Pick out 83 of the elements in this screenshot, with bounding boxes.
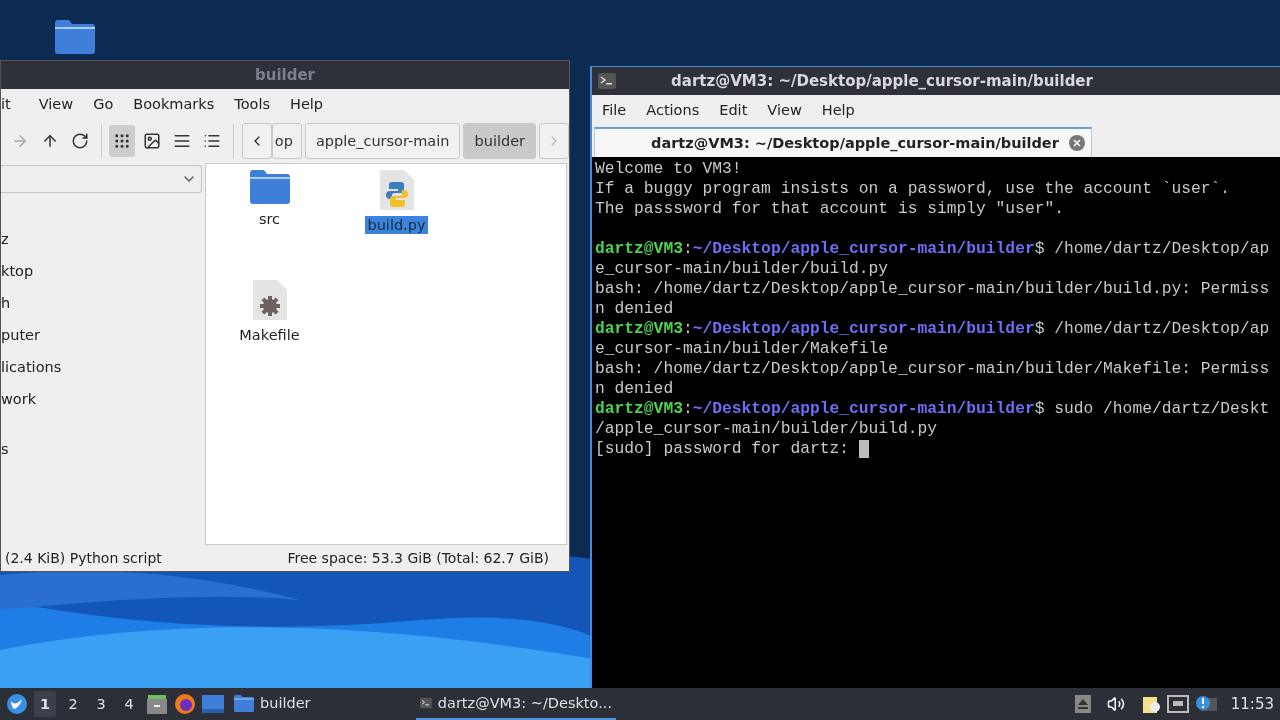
- command-text: $ /home/dartz/Desktop/ap: [1034, 239, 1270, 259]
- browser-icon[interactable]: [174, 693, 196, 715]
- menu-item[interactable]: Bookmarks: [123, 96, 225, 112]
- list-icon: [173, 132, 192, 150]
- terminal-line: [sudo] password for dartz:: [595, 439, 851, 459]
- prompt-user: dartz@VM3: [595, 399, 683, 419]
- taskbar-task[interactable]: builder: [230, 688, 410, 720]
- terminal-tab[interactable]: dartz@VM3: ~/Desktop/apple_cursor-main/builder: [594, 127, 1092, 157]
- clipboard-icon[interactable]: [1140, 694, 1161, 714]
- terminal-line: Welcome to VM3!: [595, 159, 742, 179]
- file-name[interactable]: build.py: [365, 216, 428, 234]
- eject-icon[interactable]: [1074, 695, 1091, 713]
- command-text: $ sudo /home/dartz/Deskt: [1034, 399, 1270, 419]
- reload-icon: [70, 132, 89, 150]
- folder-icon: [249, 170, 290, 204]
- close-tab-button[interactable]: [1069, 135, 1085, 151]
- gear-file-icon: [252, 280, 287, 320]
- prompt-path: ~/Desktop/apple_cursor-main/builder: [692, 239, 1035, 259]
- file-name[interactable]: src: [256, 210, 283, 228]
- terminal-line: n denied: [595, 379, 674, 399]
- menu-item[interactable]: Go: [83, 96, 124, 112]
- terminal-line: The passsword for that account is simply "user".: [595, 199, 1064, 219]
- close-icon: [1073, 139, 1081, 147]
- prompt-path: ~/Desktop/apple_cursor-main/builder: [692, 319, 1035, 339]
- menu-item[interactable]: Help: [811, 102, 865, 118]
- file-name[interactable]: Makefile: [237, 326, 302, 344]
- prompt-separator: :: [682, 239, 693, 259]
- icon-view-icon: [113, 132, 132, 150]
- status-text: (2.4 KiB) Python script: [5, 550, 162, 566]
- prompt-user: dartz@VM3: [595, 239, 683, 259]
- path-button[interactable]: apple_cursor-main: [304, 123, 461, 159]
- command-text: $ /home/dartz/Desktop/ap: [1034, 319, 1270, 339]
- prompt-separator: :: [682, 319, 693, 339]
- menu-item[interactable]: View: [757, 102, 812, 118]
- sidebar-item[interactable]: s: [1, 433, 205, 465]
- terminal-line: /apple_cursor-main/builder/build.py: [595, 419, 937, 439]
- sidebar-item[interactable]: h: [1, 287, 205, 319]
- terminal-line: n denied: [595, 299, 674, 319]
- sidebar-item[interactable]: puter: [1, 319, 205, 351]
- menu-item[interactable]: it: [1, 96, 29, 112]
- terminal-line: bash: /home/dartz/Desktop/apple_cursor-main/builder/build.py: Permiss: [595, 279, 1270, 299]
- menu-item[interactable]: Tools: [224, 96, 280, 112]
- sidebar-item[interactable]: lications: [1, 351, 205, 383]
- prompt-path: ~/Desktop/apple_cursor-main/builder: [692, 399, 1035, 419]
- workspace-button[interactable]: 3: [90, 691, 112, 717]
- clock: 11:53: [1230, 695, 1274, 713]
- text-cursor: [858, 440, 869, 458]
- menu-item[interactable]: Edit: [709, 102, 758, 118]
- file-cabinet-icon[interactable]: [146, 693, 168, 715]
- menu-item[interactable]: Actions: [636, 102, 710, 118]
- window-title: dartz@VM3: ~/Desktop/apple_cursor-main/builder: [671, 72, 1093, 90]
- window-title: builder: [255, 66, 315, 84]
- bullet-list-icon: [203, 132, 222, 150]
- folder-icon: [234, 694, 254, 712]
- terminal-line: bash: /home/dartz/Desktop/apple_cursor-main/builder/Makefile: Permiss: [595, 359, 1270, 379]
- python-file-icon: [379, 170, 414, 210]
- notification-icon[interactable]: [1194, 695, 1217, 713]
- prompt-separator: :: [682, 399, 693, 419]
- workspace-button[interactable]: 2: [62, 691, 84, 717]
- terminal-line: e_cursor-main/builder/Makefile: [595, 339, 889, 359]
- sidebar-item[interactable]: work: [1, 383, 205, 415]
- folder-icon: [55, 20, 95, 54]
- volume-icon[interactable]: [1106, 695, 1125, 713]
- taskbar-task[interactable]: dartz@VM3: ~/Deskto...: [416, 688, 616, 720]
- path-button[interactable]: op: [271, 123, 302, 159]
- start-menu-button[interactable]: [6, 693, 28, 715]
- image-icon: [143, 132, 162, 150]
- workspace-button[interactable]: 1: [34, 691, 56, 717]
- sidebar-item[interactable]: z: [1, 223, 205, 255]
- terminal-line: If a buggy program insists on a password, use the account `user`.: [595, 179, 1231, 199]
- terminal-icon: [420, 695, 432, 711]
- terminal-line: e_cursor-main/builder/build.py: [595, 259, 889, 279]
- menu-item[interactable]: Help: [280, 96, 334, 112]
- terminal-icon: [598, 73, 616, 89]
- menu-item[interactable]: View: [28, 96, 84, 112]
- workspace-button[interactable]: 4: [118, 691, 140, 717]
- path-button[interactable]: builder: [463, 123, 537, 159]
- prompt-user: dartz@VM3: [595, 319, 683, 339]
- sidebar-item[interactable]: ktop: [1, 255, 205, 287]
- network-icon[interactable]: [1166, 695, 1189, 713]
- view-mode-button[interactable]: [109, 125, 136, 157]
- free-space-text: Free space: 53.3 GiB (Total: 62.7 GiB): [287, 550, 549, 566]
- menu-item[interactable]: File: [592, 102, 637, 118]
